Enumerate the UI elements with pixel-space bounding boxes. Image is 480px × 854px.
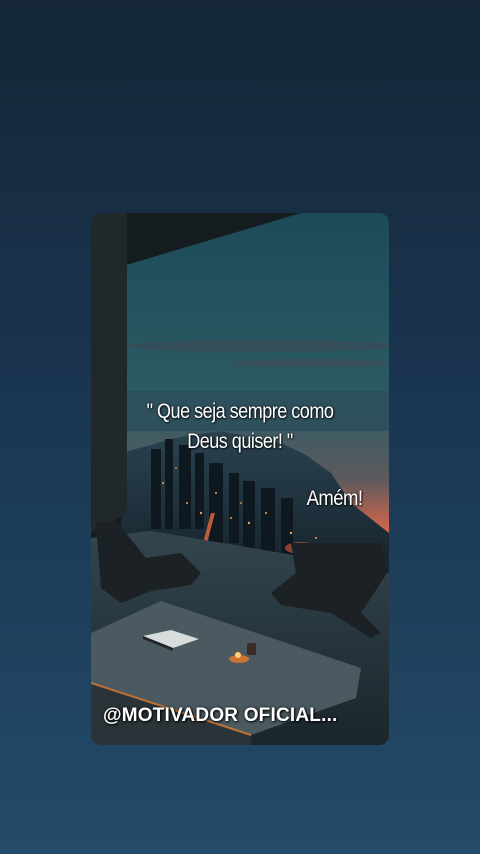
video-screen: { "post": { "quote_line1": "\" Que seja …	[0, 0, 480, 854]
post-image-card[interactable]: " Que seja sempre como Deus quiser! " Am…	[91, 213, 389, 745]
author-watermark: @MOTIVADOR OFICIAL...	[103, 705, 338, 726]
quote-line-1: " Que seja sempre como	[146, 400, 334, 423]
city-sunset-image	[91, 213, 389, 745]
quote-line-2: Deus quiser! "	[187, 430, 293, 453]
closing-text: Amém!	[307, 487, 363, 510]
quote-text: " Que seja sempre como Deus quiser! "	[129, 397, 351, 457]
